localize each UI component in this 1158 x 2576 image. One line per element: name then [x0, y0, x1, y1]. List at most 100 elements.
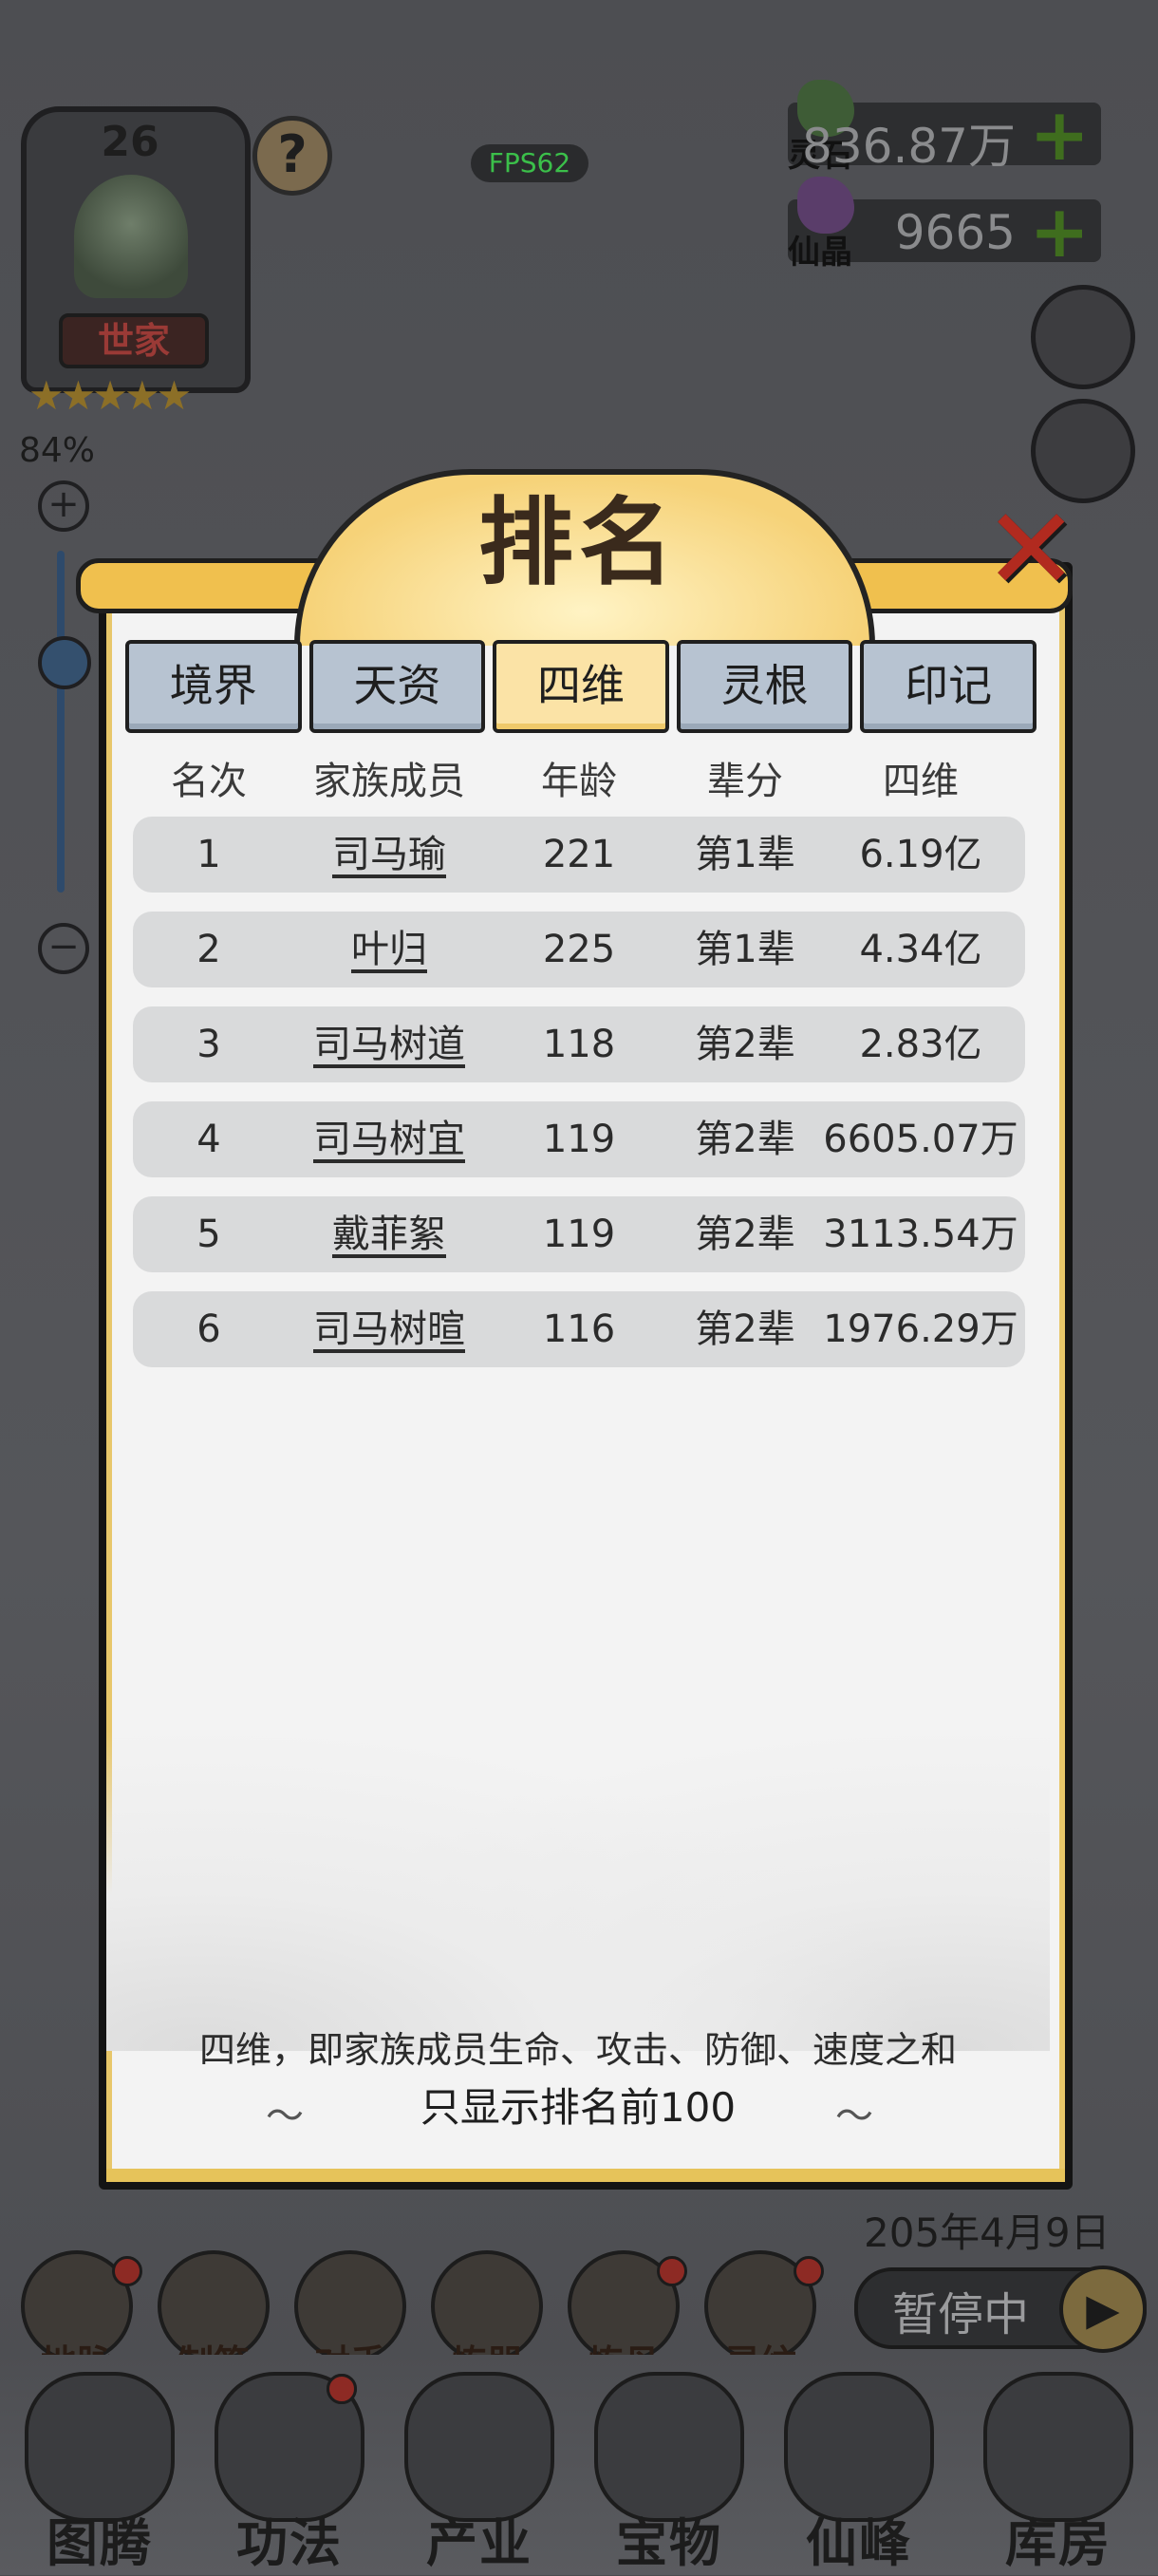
rank: 1	[196, 833, 221, 876]
help-button[interactable]: ?	[252, 116, 332, 196]
star-rating: ★★★★★	[28, 372, 192, 419]
generation: 第1辈	[695, 928, 795, 971]
close-icon[interactable]: ✕	[983, 494, 1079, 608]
rank: 3	[196, 1023, 221, 1066]
zoom-percent: 84%	[19, 431, 96, 470]
age: 225	[542, 928, 616, 971]
tab-realm[interactable]: 境界	[125, 640, 302, 733]
treasure-bag-icon	[983, 2372, 1133, 2522]
age: 116	[542, 1307, 616, 1351]
table-row: 2 叶归 225 第1辈 4.34亿	[133, 912, 1025, 987]
col-generation: 辈分	[707, 760, 783, 803]
age: 221	[542, 833, 616, 876]
col-rank: 名次	[171, 760, 247, 803]
willow-tree-icon	[74, 175, 188, 298]
zoom-in-button[interactable]: +	[38, 480, 89, 532]
nav-label: 库房	[1005, 2513, 1111, 2573]
nav-totem[interactable]: 图腾	[9, 2372, 190, 2573]
zoom-out-button[interactable]: −	[38, 923, 89, 974]
col-member: 家族成员	[313, 760, 465, 803]
resource-value: 836.87万	[802, 119, 1016, 174]
notification-dot	[657, 2256, 687, 2286]
member-name-link[interactable]: 司马瑜	[266, 817, 513, 893]
family-level: 26	[101, 118, 159, 166]
resource-label: 仙晶	[788, 234, 852, 272]
generation: 第2辈	[695, 1023, 795, 1066]
notification-dot	[327, 2374, 357, 2404]
four-stats-value: 6.19亿	[859, 833, 982, 876]
nav-treasure[interactable]: 宝物	[579, 2372, 759, 2573]
age: 118	[542, 1023, 616, 1066]
pause-label: 暂停中	[892, 2288, 1030, 2341]
table-header: 名次 家族成员 年龄 辈分 四维	[133, 750, 1025, 807]
zoom-slider-knob[interactable]	[38, 636, 91, 689]
resource-immortal-crystal: 仙晶 9665 +	[788, 177, 1101, 272]
four-stats-value: 4.34亿	[859, 928, 982, 971]
tab-four-stats[interactable]: 四维	[493, 640, 669, 733]
nav-storehouse[interactable]: 库房	[968, 2372, 1149, 2573]
resource-value: 9665	[894, 205, 1016, 260]
notification-dot	[112, 2256, 142, 2286]
jade-treasure-icon	[594, 2372, 744, 2522]
member-name-link[interactable]: 司马树宜	[266, 1101, 513, 1177]
notification-dot	[794, 2256, 824, 2286]
four-stats-value: 3113.54万	[823, 1213, 1018, 1256]
add-immortal-crystal-button[interactable]: +	[1029, 196, 1090, 268]
tab-mark[interactable]: 印记	[860, 640, 1037, 733]
mist-background	[106, 1671, 1050, 2051]
dialog-title: 排名	[478, 487, 680, 598]
table-row: 1 司马瑜 221 第1辈 6.19亿	[133, 817, 1025, 893]
family-title: 世家	[59, 313, 209, 368]
table-row: 4 司马树宜 119 第2辈 6605.07万	[133, 1101, 1025, 1177]
four-stats-value: 2.83亿	[859, 1023, 982, 1066]
four-stats-explanation: 四维，即家族成员生命、攻击、防御、速度之和	[198, 2029, 957, 2071]
peak-icon	[784, 2372, 934, 2522]
generation: 第2辈	[695, 1307, 795, 1351]
panel-gold-trim	[106, 2169, 1065, 2182]
table-row: 3 司马树道 118 第2辈 2.83亿	[133, 1006, 1025, 1082]
totem-orb-icon	[25, 2372, 175, 2522]
nav-techniques[interactable]: 功法	[199, 2372, 380, 2573]
game-date: 205年4月9日	[864, 2209, 1111, 2256]
age: 119	[542, 1118, 616, 1161]
fps-counter: FPS62	[471, 144, 588, 182]
nav-label: 宝物	[616, 2513, 722, 2573]
col-four-stats: 四维	[883, 760, 959, 803]
mountain-industry-icon	[404, 2372, 554, 2522]
family-badge[interactable]: 26 世家	[21, 106, 251, 393]
nav-label: 产业	[426, 2513, 532, 2573]
resource-spirit-stone: 灵石 836.87万 +	[788, 80, 1101, 175]
generation: 第2辈	[695, 1213, 795, 1256]
nav-industry[interactable]: 产业	[389, 2372, 570, 2573]
tab-spirit-root[interactable]: 灵根	[676, 640, 853, 733]
four-stats-value: 1976.29万	[823, 1307, 1018, 1351]
age: 119	[542, 1213, 616, 1256]
member-name-link[interactable]: 司马树道	[266, 1006, 513, 1082]
nav-label: 功法	[236, 2513, 343, 2573]
rank: 2	[196, 928, 221, 971]
rank: 4	[196, 1118, 221, 1161]
member-name-link[interactable]: 司马树暄	[266, 1291, 513, 1367]
generation: 第2辈	[695, 1118, 795, 1161]
play-icon[interactable]: ▶	[1059, 2266, 1147, 2353]
rank: 6	[196, 1307, 221, 1351]
member-name-link[interactable]: 戴菲絮	[266, 1196, 513, 1272]
nav-label: 图腾	[47, 2513, 153, 2573]
rank: 5	[196, 1213, 221, 1256]
zoom-slider[interactable]	[38, 551, 91, 893]
pause-control[interactable]: 暂停中 ▶	[854, 2266, 1147, 2353]
generation: 第1辈	[695, 833, 795, 876]
settings-yin-yang-icon[interactable]	[1031, 285, 1135, 389]
nav-label: 仙峰	[806, 2513, 912, 2573]
col-age: 年龄	[541, 760, 617, 803]
nav-immortal-peak[interactable]: 仙峰	[769, 2372, 949, 2573]
ranking-limit-note: 只显示排名前100	[420, 2084, 737, 2131]
add-spirit-stone-button[interactable]: +	[1029, 99, 1090, 171]
cloud-swirl-right-icon: 〜	[835, 2095, 873, 2138]
tab-talent[interactable]: 天资	[308, 640, 486, 733]
table-row: 6 司马树暄 116 第2辈 1976.29万	[133, 1291, 1025, 1367]
table-row: 5 戴菲絮 119 第2辈 3113.54万	[133, 1196, 1025, 1272]
ranking-tabs: 境界 天资 四维 灵根 印记	[125, 640, 1037, 733]
member-name-link[interactable]: 叶归	[266, 912, 513, 987]
four-stats-value: 6605.07万	[823, 1118, 1018, 1161]
